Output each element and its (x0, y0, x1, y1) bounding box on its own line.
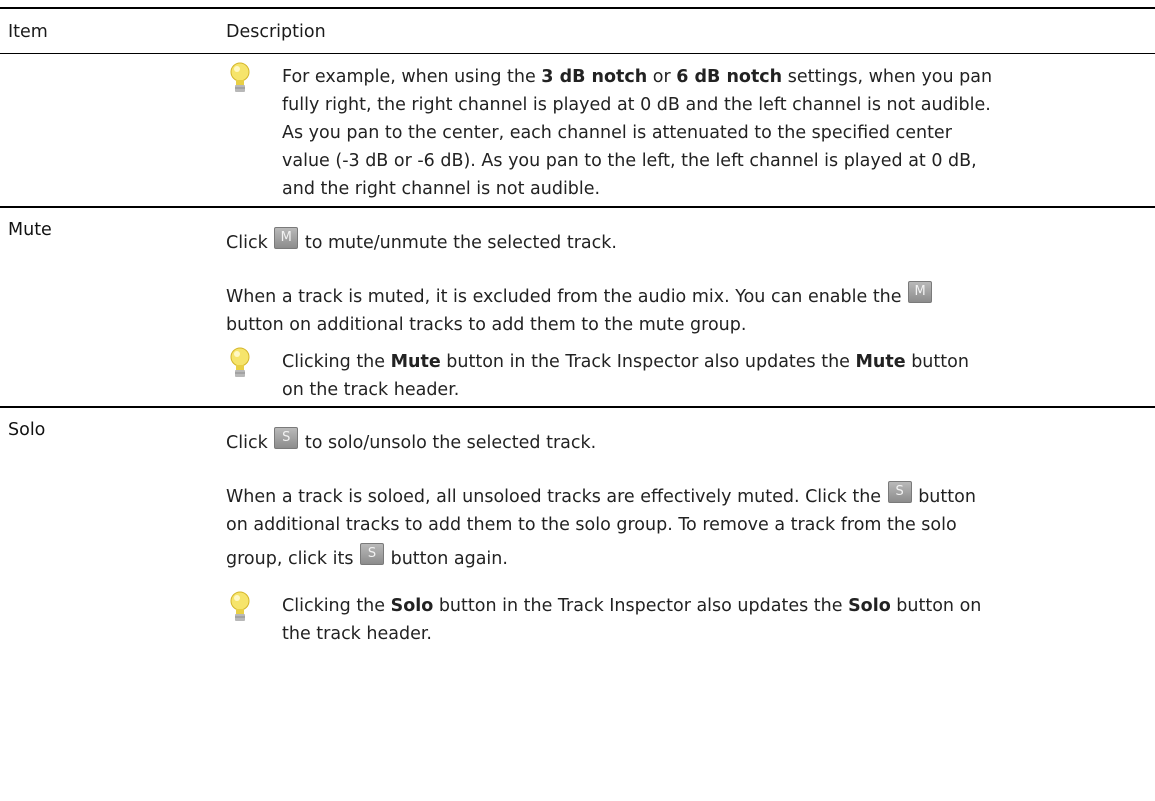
column-header-description: Description (226, 22, 326, 42)
text-segment: Click (226, 433, 274, 453)
header-rule (0, 53, 1155, 54)
row-rule-solo (0, 406, 1155, 408)
text-segment: Clicking the (282, 352, 391, 372)
solo-button-icon[interactable]: S (274, 427, 299, 449)
mute-tip-line-2: on the track header. (282, 380, 460, 400)
mute-paragraph-2: When a track is muted, it is excluded fr… (226, 281, 1146, 339)
table-top-rule (0, 7, 1155, 9)
text-segment: to mute/unmute the selected track. (299, 233, 617, 253)
mute-tip-line-1: Clicking the Mute button in the Track In… (282, 348, 1142, 376)
text-segment: button in the Track Inspector also updat… (440, 352, 856, 372)
bold-solo: Solo (848, 596, 891, 616)
tip-notch-line-4: value (-3 dB or -6 dB). As you pan to th… (282, 151, 977, 171)
solo-tip: Clicking the Solo button in the Track In… (282, 592, 1142, 648)
tip-notch-line-5: and the right channel is not audible. (282, 179, 601, 199)
text-segment: button in the Track Inspector also updat… (433, 596, 849, 616)
text-segment: group, click its (226, 549, 360, 569)
solo-paragraph-2-line-1: When a track is soloed, all unsoloed tra… (226, 481, 1146, 511)
text-segment: to solo/unsolo the selected track. (299, 433, 597, 453)
solo-paragraph-1: Click S to solo/unsolo the selected trac… (226, 427, 1146, 457)
document-table: Item Description For example, when using… (0, 0, 1155, 801)
text-segment: button (905, 352, 969, 372)
text-segment: Clicking the (282, 596, 391, 616)
tip-notch-line-1: For example, when using the 3 dB notch o… (282, 63, 1142, 91)
bold-3db-notch: 3 dB notch (541, 67, 648, 87)
tip-notch-line-3: As you pan to the center, each channel i… (282, 123, 952, 143)
text-segment: For example, when using the (282, 67, 542, 87)
solo-paragraph-2-line-2: on additional tracks to add them to the … (226, 515, 957, 535)
mute-button-icon[interactable]: M (274, 227, 299, 249)
text-segment: When a track is soloed, all unsoloed tra… (226, 487, 887, 507)
row-label-mute: Mute (8, 220, 52, 240)
solo-tip-line-1: Clicking the Solo button in the Track In… (282, 592, 1142, 620)
text-segment: settings, when you pan (782, 67, 993, 87)
bold-solo: Solo (390, 596, 434, 616)
solo-paragraph-2-line-3: group, click its S button again. (226, 543, 1146, 573)
text-segment: or (647, 67, 677, 87)
lightbulb-icon (230, 62, 250, 92)
lightbulb-icon (230, 347, 250, 377)
row-label-solo: Solo (8, 420, 46, 440)
text-segment: button again. (385, 549, 508, 569)
bold-mute: Mute (855, 352, 906, 372)
text-segment: button on (890, 596, 982, 616)
solo-button-icon[interactable]: S (360, 543, 385, 565)
mute-paragraph-2-line-1: When a track is muted, it is excluded fr… (226, 281, 1146, 311)
tip-notch-line-2: fully right, the right channel is played… (282, 95, 991, 115)
text-segment: button (912, 487, 976, 507)
solo-button-icon[interactable]: S (887, 481, 912, 503)
bold-6db-notch: 6 dB notch (676, 67, 783, 87)
lightbulb-icon (230, 591, 250, 621)
solo-paragraph-2: When a track is soloed, all unsoloed tra… (226, 481, 1146, 573)
text-segment: Click (226, 233, 274, 253)
tip-paragraph-notch: For example, when using the 3 dB notch o… (282, 63, 1142, 203)
row-rule-mute (0, 206, 1155, 208)
mute-paragraph-2-line-2: button on additional tracks to add them … (226, 315, 747, 335)
mute-button-icon[interactable]: M (908, 281, 933, 303)
mute-paragraph-1: Click M to mute/unmute the selected trac… (226, 227, 1146, 257)
solo-tip-line-2: the track header. (282, 624, 432, 644)
mute-tip: Clicking the Mute button in the Track In… (282, 348, 1142, 404)
bold-mute: Mute (390, 352, 441, 372)
column-header-item: Item (8, 22, 48, 42)
text-segment: When a track is muted, it is excluded fr… (226, 287, 908, 307)
